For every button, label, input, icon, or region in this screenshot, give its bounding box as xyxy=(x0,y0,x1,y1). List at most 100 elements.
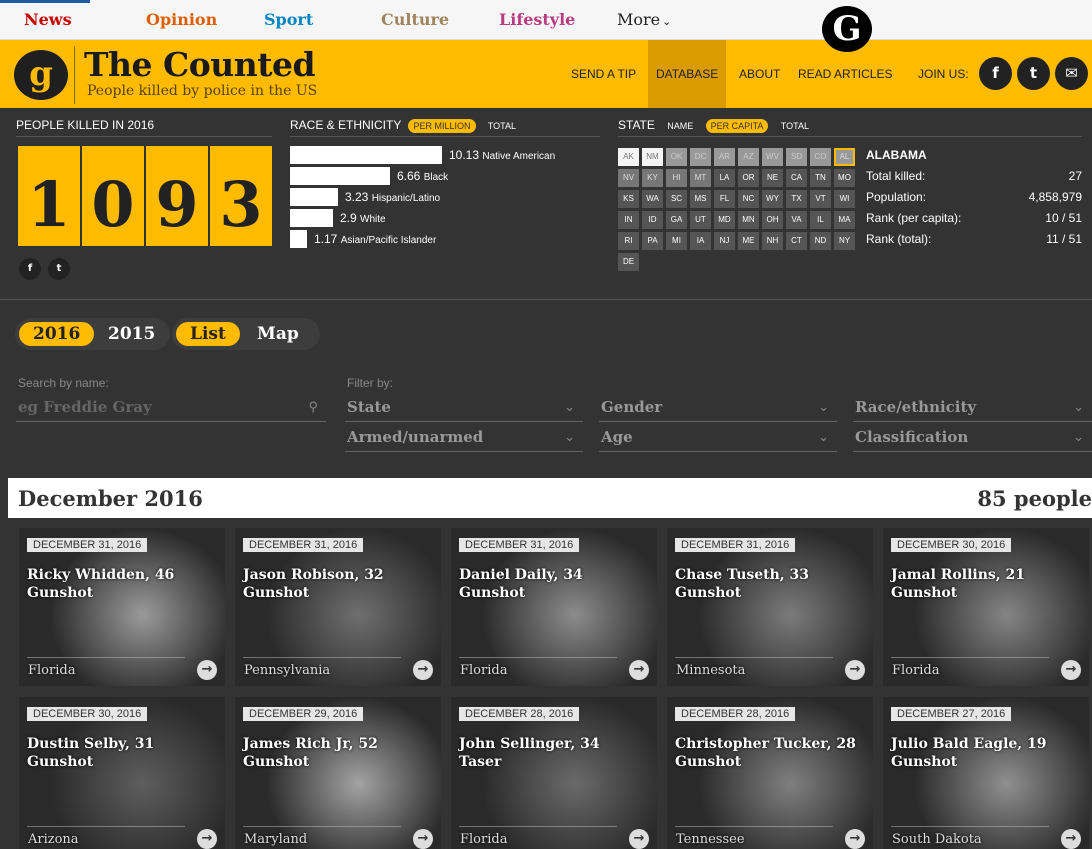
search-icon[interactable]: ⚲ xyxy=(308,400,318,415)
person-card[interactable]: DECEMBER 29, 2016 James Rich Jr, 52 Gunsho… xyxy=(235,697,441,849)
race-toggle-per-million[interactable]: PER MILLION xyxy=(408,119,476,133)
filter-age[interactable]: Age ⌄ xyxy=(599,428,837,452)
guardian-logo-icon[interactable]: G xyxy=(822,6,872,52)
race-toggle-total[interactable]: TOTAL xyxy=(483,119,521,133)
state-cell[interactable]: SC xyxy=(666,190,687,208)
state-cell[interactable]: OR xyxy=(738,169,759,187)
map-view-toggle[interactable]: Map xyxy=(243,322,313,346)
nav-more[interactable]: More ⌄ xyxy=(617,10,671,29)
state-cell[interactable]: GA xyxy=(666,211,687,229)
person-card[interactable]: DECEMBER 31, 2016 Jason Robison, 32 Gunsho… xyxy=(235,528,441,686)
state-cell[interactable]: ID xyxy=(642,211,663,229)
state-cell[interactable]: IN xyxy=(618,211,639,229)
state-cell[interactable]: WI xyxy=(834,190,855,208)
state-cell[interactable]: TX xyxy=(786,190,807,208)
state-cell[interactable]: RI xyxy=(618,232,639,250)
state-cell[interactable]: UT xyxy=(690,211,711,229)
state-cell[interactable]: MO xyxy=(834,169,855,187)
year-2015-toggle[interactable]: 2015 xyxy=(94,322,169,346)
state-cell[interactable]: NJ xyxy=(714,232,735,250)
state-cell[interactable]: MN xyxy=(738,211,759,229)
state-cell[interactable]: NH xyxy=(762,232,783,250)
nav-lifestyle[interactable]: Lifestyle xyxy=(499,10,575,29)
list-view-toggle[interactable]: List xyxy=(176,322,240,346)
filter-classification[interactable]: Classification ⌄ xyxy=(853,428,1092,452)
state-cell[interactable]: WV xyxy=(762,148,783,166)
state-cell[interactable]: IL xyxy=(810,211,831,229)
state-cell[interactable]: PA xyxy=(642,232,663,250)
state-cell[interactable]: CO xyxy=(810,148,831,166)
year-2016-toggle[interactable]: 2016 xyxy=(19,322,95,346)
person-card[interactable]: DECEMBER 27, 2016 Julio Bald Eagle, 19 Gun… xyxy=(883,697,1089,849)
state-toggle-per-capita[interactable]: PER CAPITA xyxy=(705,119,769,133)
state-cell[interactable]: LA xyxy=(714,169,735,187)
state-cell[interactable]: NV xyxy=(618,169,639,187)
state-cell[interactable]: NC xyxy=(738,190,759,208)
arrow-right-icon[interactable]: → xyxy=(845,829,865,849)
person-card[interactable]: DECEMBER 30, 2016 Dustin Selby, 31 Gunshot… xyxy=(19,697,225,849)
state-cell[interactable]: KY xyxy=(642,169,663,187)
state-cell[interactable]: IA xyxy=(690,232,711,250)
state-cell[interactable]: CA xyxy=(786,169,807,187)
arrow-right-icon[interactable]: → xyxy=(1061,829,1081,849)
state-cell[interactable]: MA xyxy=(834,211,855,229)
state-cell[interactable]: AL xyxy=(834,148,855,166)
state-cell[interactable]: ND xyxy=(810,232,831,250)
nav-news[interactable]: News xyxy=(24,10,72,29)
state-cell[interactable]: MD xyxy=(714,211,735,229)
state-cell[interactable]: NE xyxy=(762,169,783,187)
state-cell[interactable]: ME xyxy=(738,232,759,250)
state-cell[interactable]: KS xyxy=(618,190,639,208)
state-cell[interactable]: HI xyxy=(666,169,687,187)
filter-race[interactable]: Race/ethnicity ⌄ xyxy=(853,398,1092,422)
filter-gender[interactable]: Gender ⌄ xyxy=(599,398,837,422)
arrow-right-icon[interactable]: → xyxy=(629,829,649,849)
person-card[interactable]: DECEMBER 28, 2016 John Sellinger, 34 Taser… xyxy=(451,697,657,849)
arrow-right-icon[interactable]: → xyxy=(1061,660,1081,680)
nav-culture[interactable]: Culture xyxy=(381,10,449,29)
state-cell[interactable]: CT xyxy=(786,232,807,250)
nav-opinion[interactable]: Opinion xyxy=(146,10,217,29)
person-card[interactable]: DECEMBER 30, 2016 Jamal Rollins, 21 Gunsho… xyxy=(883,528,1089,686)
nav-send-a-tip[interactable]: SEND A TIP xyxy=(571,40,636,108)
person-card[interactable]: DECEMBER 31, 2016 Daniel Daily, 34 Gunshot… xyxy=(451,528,657,686)
email-icon[interactable]: ✉ xyxy=(1055,57,1088,90)
state-cell[interactable]: MS xyxy=(690,190,711,208)
arrow-right-icon[interactable]: → xyxy=(629,660,649,680)
state-cell[interactable]: SD xyxy=(786,148,807,166)
state-cell[interactable]: WA xyxy=(642,190,663,208)
state-cell[interactable]: OH xyxy=(762,211,783,229)
nav-about[interactable]: ABOUT xyxy=(739,40,780,108)
search-input[interactable]: eg Freddie Gray ⚲ xyxy=(16,398,326,422)
page-title[interactable]: The Counted xyxy=(84,45,316,84)
state-cell[interactable]: AR xyxy=(714,148,735,166)
person-card[interactable]: DECEMBER 31, 2016 Ricky Whidden, 46 Gunsho… xyxy=(19,528,225,686)
state-cell[interactable]: NM xyxy=(642,148,663,166)
facebook-share-icon[interactable]: f xyxy=(19,258,41,280)
nav-database[interactable]: DATABASE xyxy=(648,40,727,108)
filter-state[interactable]: State ⌄ xyxy=(345,398,583,422)
state-cell[interactable]: TN xyxy=(810,169,831,187)
guardian-g-icon[interactable]: g xyxy=(14,50,68,100)
nav-sport[interactable]: Sport xyxy=(264,10,313,29)
state-cell[interactable]: MI xyxy=(666,232,687,250)
state-toggle-name[interactable]: NAME xyxy=(662,119,698,133)
facebook-icon[interactable]: f xyxy=(979,57,1012,90)
state-cell[interactable]: VT xyxy=(810,190,831,208)
state-cell[interactable]: NY xyxy=(834,232,855,250)
state-cell[interactable]: AK xyxy=(618,148,639,166)
arrow-right-icon[interactable]: → xyxy=(413,660,433,680)
state-cell[interactable]: DE xyxy=(618,253,639,271)
state-cell[interactable]: VA xyxy=(786,211,807,229)
twitter-icon[interactable]: t xyxy=(1017,57,1050,90)
filter-armed[interactable]: Armed/unarmed ⌄ xyxy=(345,428,583,452)
state-toggle-total[interactable]: TOTAL xyxy=(776,119,814,133)
state-cell[interactable]: WY xyxy=(762,190,783,208)
person-card[interactable]: DECEMBER 31, 2016 Chase Tuseth, 33 Gunshot… xyxy=(667,528,873,686)
state-cell[interactable]: FL xyxy=(714,190,735,208)
arrow-right-icon[interactable]: → xyxy=(845,660,865,680)
person-card[interactable]: DECEMBER 28, 2016 Christopher Tucker, 28 G… xyxy=(667,697,873,849)
state-cell[interactable]: AZ xyxy=(738,148,759,166)
twitter-share-icon[interactable]: t xyxy=(48,258,70,280)
arrow-right-icon[interactable]: → xyxy=(413,829,433,849)
